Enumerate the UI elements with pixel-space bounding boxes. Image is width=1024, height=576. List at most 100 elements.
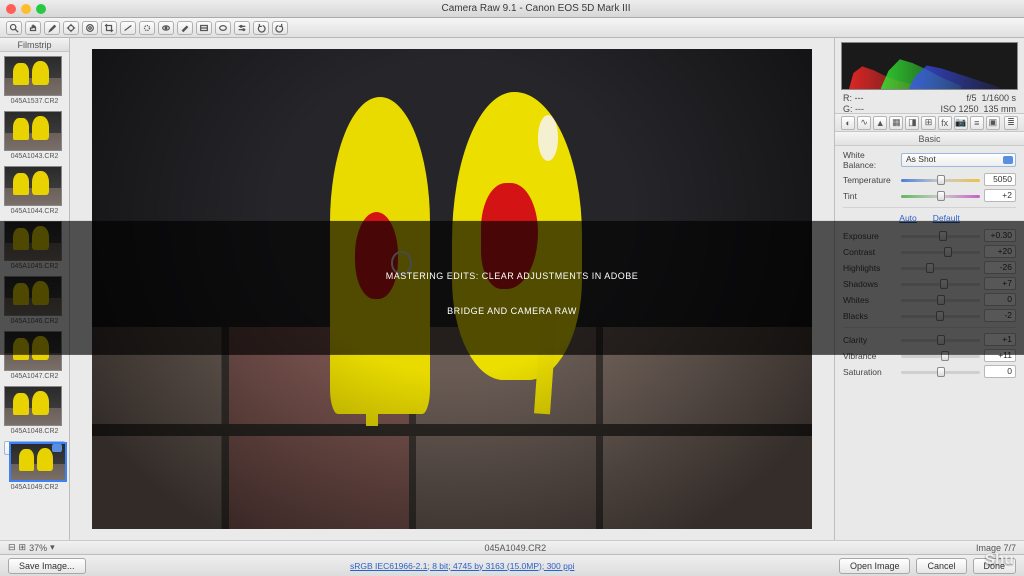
highlights-slider[interactable] [901,262,980,274]
highlights-value[interactable]: -26 [984,261,1016,274]
close-icon[interactable] [6,4,16,14]
blacks-slider[interactable] [901,310,980,322]
exposure-label: Exposure [843,231,897,241]
shadows-value[interactable]: +7 [984,277,1016,290]
contrast-label: Contrast [843,247,897,257]
thumb-item[interactable]: 045A1045.CR2 [4,221,65,270]
vibrance-label: Vibrance [843,351,897,361]
preview-canvas[interactable] [70,38,834,540]
adjustments-panel: R: --- G: --- B: --- f/5 1/1600 s ISO 12… [834,38,1024,540]
radial-filter-icon[interactable] [215,21,231,35]
tint-label: Tint [843,191,897,201]
thumb-item-selected[interactable]: 045A1049.CR2 [4,441,65,455]
toolbar [0,18,1024,38]
rotate-left-icon[interactable] [253,21,269,35]
target-adjust-icon[interactable] [82,21,98,35]
shadows-label: Shadows [843,279,897,289]
crop-tool-icon[interactable] [101,21,117,35]
wb-select[interactable]: As Shot [901,153,1016,167]
thumb-item[interactable]: 045A1044.CR2 [4,166,65,215]
clarity-slider[interactable] [901,334,980,346]
redeye-tool-icon[interactable] [158,21,174,35]
whites-value[interactable]: 0 [984,293,1016,306]
footer: Save Image... sRGB IEC61966-2.1; 8 bit; … [0,554,1024,576]
default-link[interactable]: Default [933,213,960,223]
filmstrip-thumbs[interactable]: 045A1537.CR2 045A1043.CR2 045A1044.CR2 0… [0,52,69,540]
blacks-label: Blacks [843,311,897,321]
hand-tool-icon[interactable] [25,21,41,35]
exposure-value[interactable]: +0.30 [984,229,1016,242]
exposure-slider[interactable] [901,230,980,242]
tab-preset-icon[interactable]: ≡ [970,116,984,130]
panel-tabs: ◐ ∿ ▲ ▦ ◨ ⊞ fx 📷 ≡ ▣ ≣ [835,114,1024,132]
tab-lens-icon[interactable]: ⊞ [921,116,935,130]
tab-fx-icon[interactable]: fx [938,116,952,130]
tab-snapshot-icon[interactable]: ▣ [986,116,1000,130]
graduated-filter-icon[interactable] [196,21,212,35]
saturation-value[interactable]: 0 [984,365,1016,378]
thumb-item[interactable]: 045A1046.CR2 [4,276,65,325]
save-image-button[interactable]: Save Image... [8,558,86,574]
adjustment-brush-icon[interactable] [177,21,193,35]
tab-detail-icon[interactable]: ▲ [873,116,887,130]
vibrance-value[interactable]: +11 [984,349,1016,362]
thumb-item[interactable]: 045A1043.CR2 [4,111,65,160]
titlebar: Camera Raw 9.1 - Canon EOS 5D Mark III [0,0,1024,18]
thumb-item[interactable]: 045A1048.CR2 [4,386,65,435]
thumb-item[interactable]: 045A1047.CR2 [4,331,65,380]
temperature-value[interactable]: 5050 [984,173,1016,186]
main-body: Filmstrip 045A1537.CR2 045A1043.CR2 045A… [0,38,1024,540]
tint-slider[interactable] [901,190,980,202]
watermark: Shu [985,551,1014,568]
zoom-icon[interactable] [36,4,46,14]
rotate-right-icon[interactable] [272,21,288,35]
tab-basic-icon[interactable]: ◐ [841,116,855,130]
status-filename: 045A1049.CR2 [55,543,976,553]
whites-slider[interactable] [901,294,980,306]
preview-image [92,49,812,529]
spot-removal-icon[interactable] [139,21,155,35]
eyedropper-icon[interactable] [44,21,60,35]
panel-header: Basic [835,132,1024,146]
temperature-label: Temperature [843,175,897,185]
whites-label: Whites [843,295,897,305]
highlights-label: Highlights [843,263,897,273]
tab-calib-icon[interactable]: 📷 [954,116,968,130]
minimize-icon[interactable] [21,4,31,14]
clarity-label: Clarity [843,335,897,345]
app-window: Camera Raw 9.1 - Canon EOS 5D Mark III F… [0,0,1024,576]
traffic-lights [6,4,46,14]
histogram[interactable]: R: --- G: --- B: --- f/5 1/1600 s ISO 12… [835,38,1024,114]
contrast-slider[interactable] [901,246,980,258]
shadows-slider[interactable] [901,278,980,290]
basic-controls: White Balance: As Shot Temperature 5050 … [835,146,1024,540]
zoom-controls[interactable]: ⊟⊞37%▾ [8,542,55,553]
auto-link[interactable]: Auto [899,213,917,223]
thumb-item[interactable]: 045A1537.CR2 [4,56,65,105]
straighten-tool-icon[interactable] [120,21,136,35]
color-sampler-icon[interactable] [63,21,79,35]
histogram-graph [841,42,1018,90]
tab-curve-icon[interactable]: ∿ [857,116,871,130]
panel-menu-icon[interactable]: ≣ [1004,116,1018,130]
cancel-button[interactable]: Cancel [916,558,966,574]
tint-value[interactable]: +2 [984,189,1016,202]
zoom-tool-icon[interactable] [6,21,22,35]
status-bar: ⊟⊞37%▾ 045A1049.CR2 Image 7/7 [0,540,1024,554]
saturation-label: Saturation [843,367,897,377]
saturation-slider[interactable] [901,366,980,378]
temperature-slider[interactable] [901,174,980,186]
filmstrip: Filmstrip 045A1537.CR2 045A1043.CR2 045A… [0,38,70,540]
contrast-value[interactable]: +20 [984,245,1016,258]
prefs-icon[interactable] [234,21,250,35]
open-image-button[interactable]: Open Image [839,558,911,574]
filmstrip-header: Filmstrip [0,38,69,52]
workflow-link[interactable]: sRGB IEC61966-2.1; 8 bit; 4745 by 3163 (… [350,561,574,571]
blacks-value[interactable]: -2 [984,309,1016,322]
tab-split-icon[interactable]: ◨ [905,116,919,130]
wb-label: White Balance: [843,150,897,170]
clarity-value[interactable]: +1 [984,333,1016,346]
vibrance-slider[interactable] [901,350,980,362]
window-title: Camera Raw 9.1 - Canon EOS 5D Mark III [54,3,1018,14]
tab-hsl-icon[interactable]: ▦ [889,116,903,130]
